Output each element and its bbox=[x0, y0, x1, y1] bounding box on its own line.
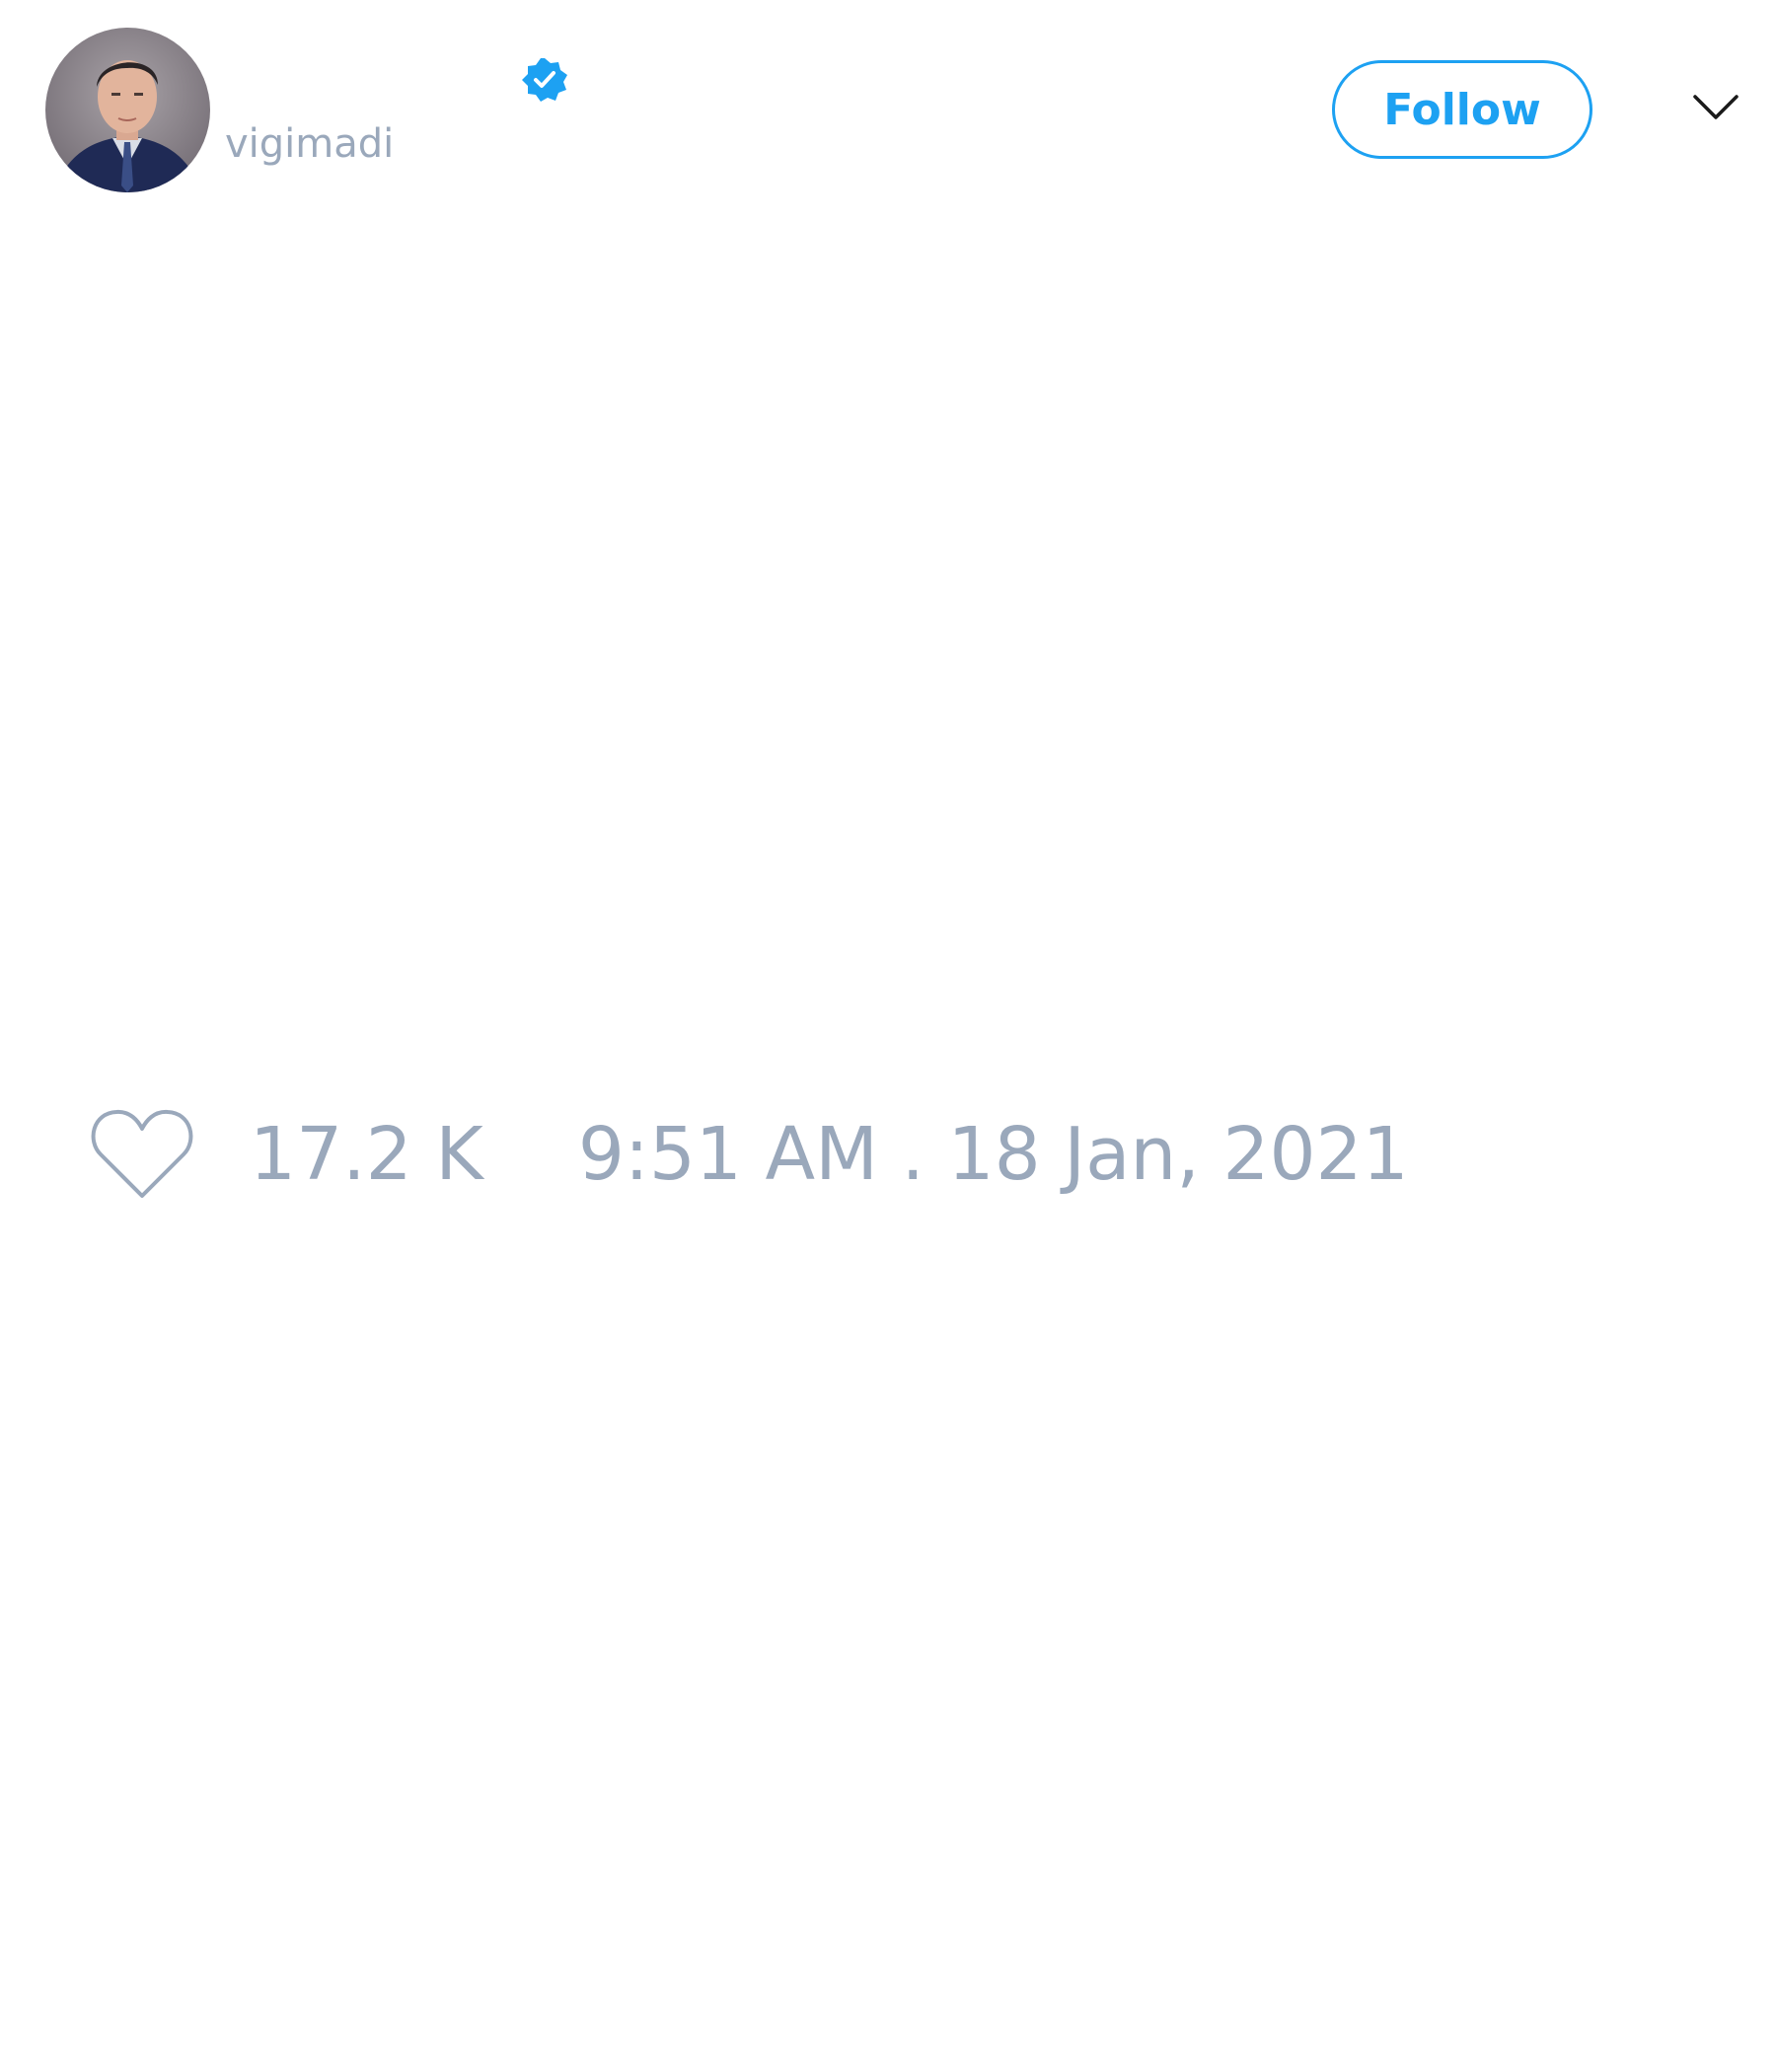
like-count: 17.2 K bbox=[250, 1112, 483, 1197]
engagement-row: 17.2 K 9:51 AM . 18 Jan, 2021 bbox=[89, 1105, 1409, 1204]
author-handle[interactable]: vigimadi bbox=[225, 124, 394, 164]
heart-icon[interactable] bbox=[89, 1107, 195, 1202]
avatar-photo bbox=[45, 28, 210, 192]
verified-badge-icon bbox=[522, 58, 567, 102]
follow-button[interactable]: Follow bbox=[1332, 60, 1592, 159]
chevron-down-icon[interactable] bbox=[1691, 91, 1740, 124]
avatar[interactable] bbox=[45, 28, 210, 192]
tweet-timestamp[interactable]: 9:51 AM . 18 Jan, 2021 bbox=[578, 1118, 1409, 1191]
